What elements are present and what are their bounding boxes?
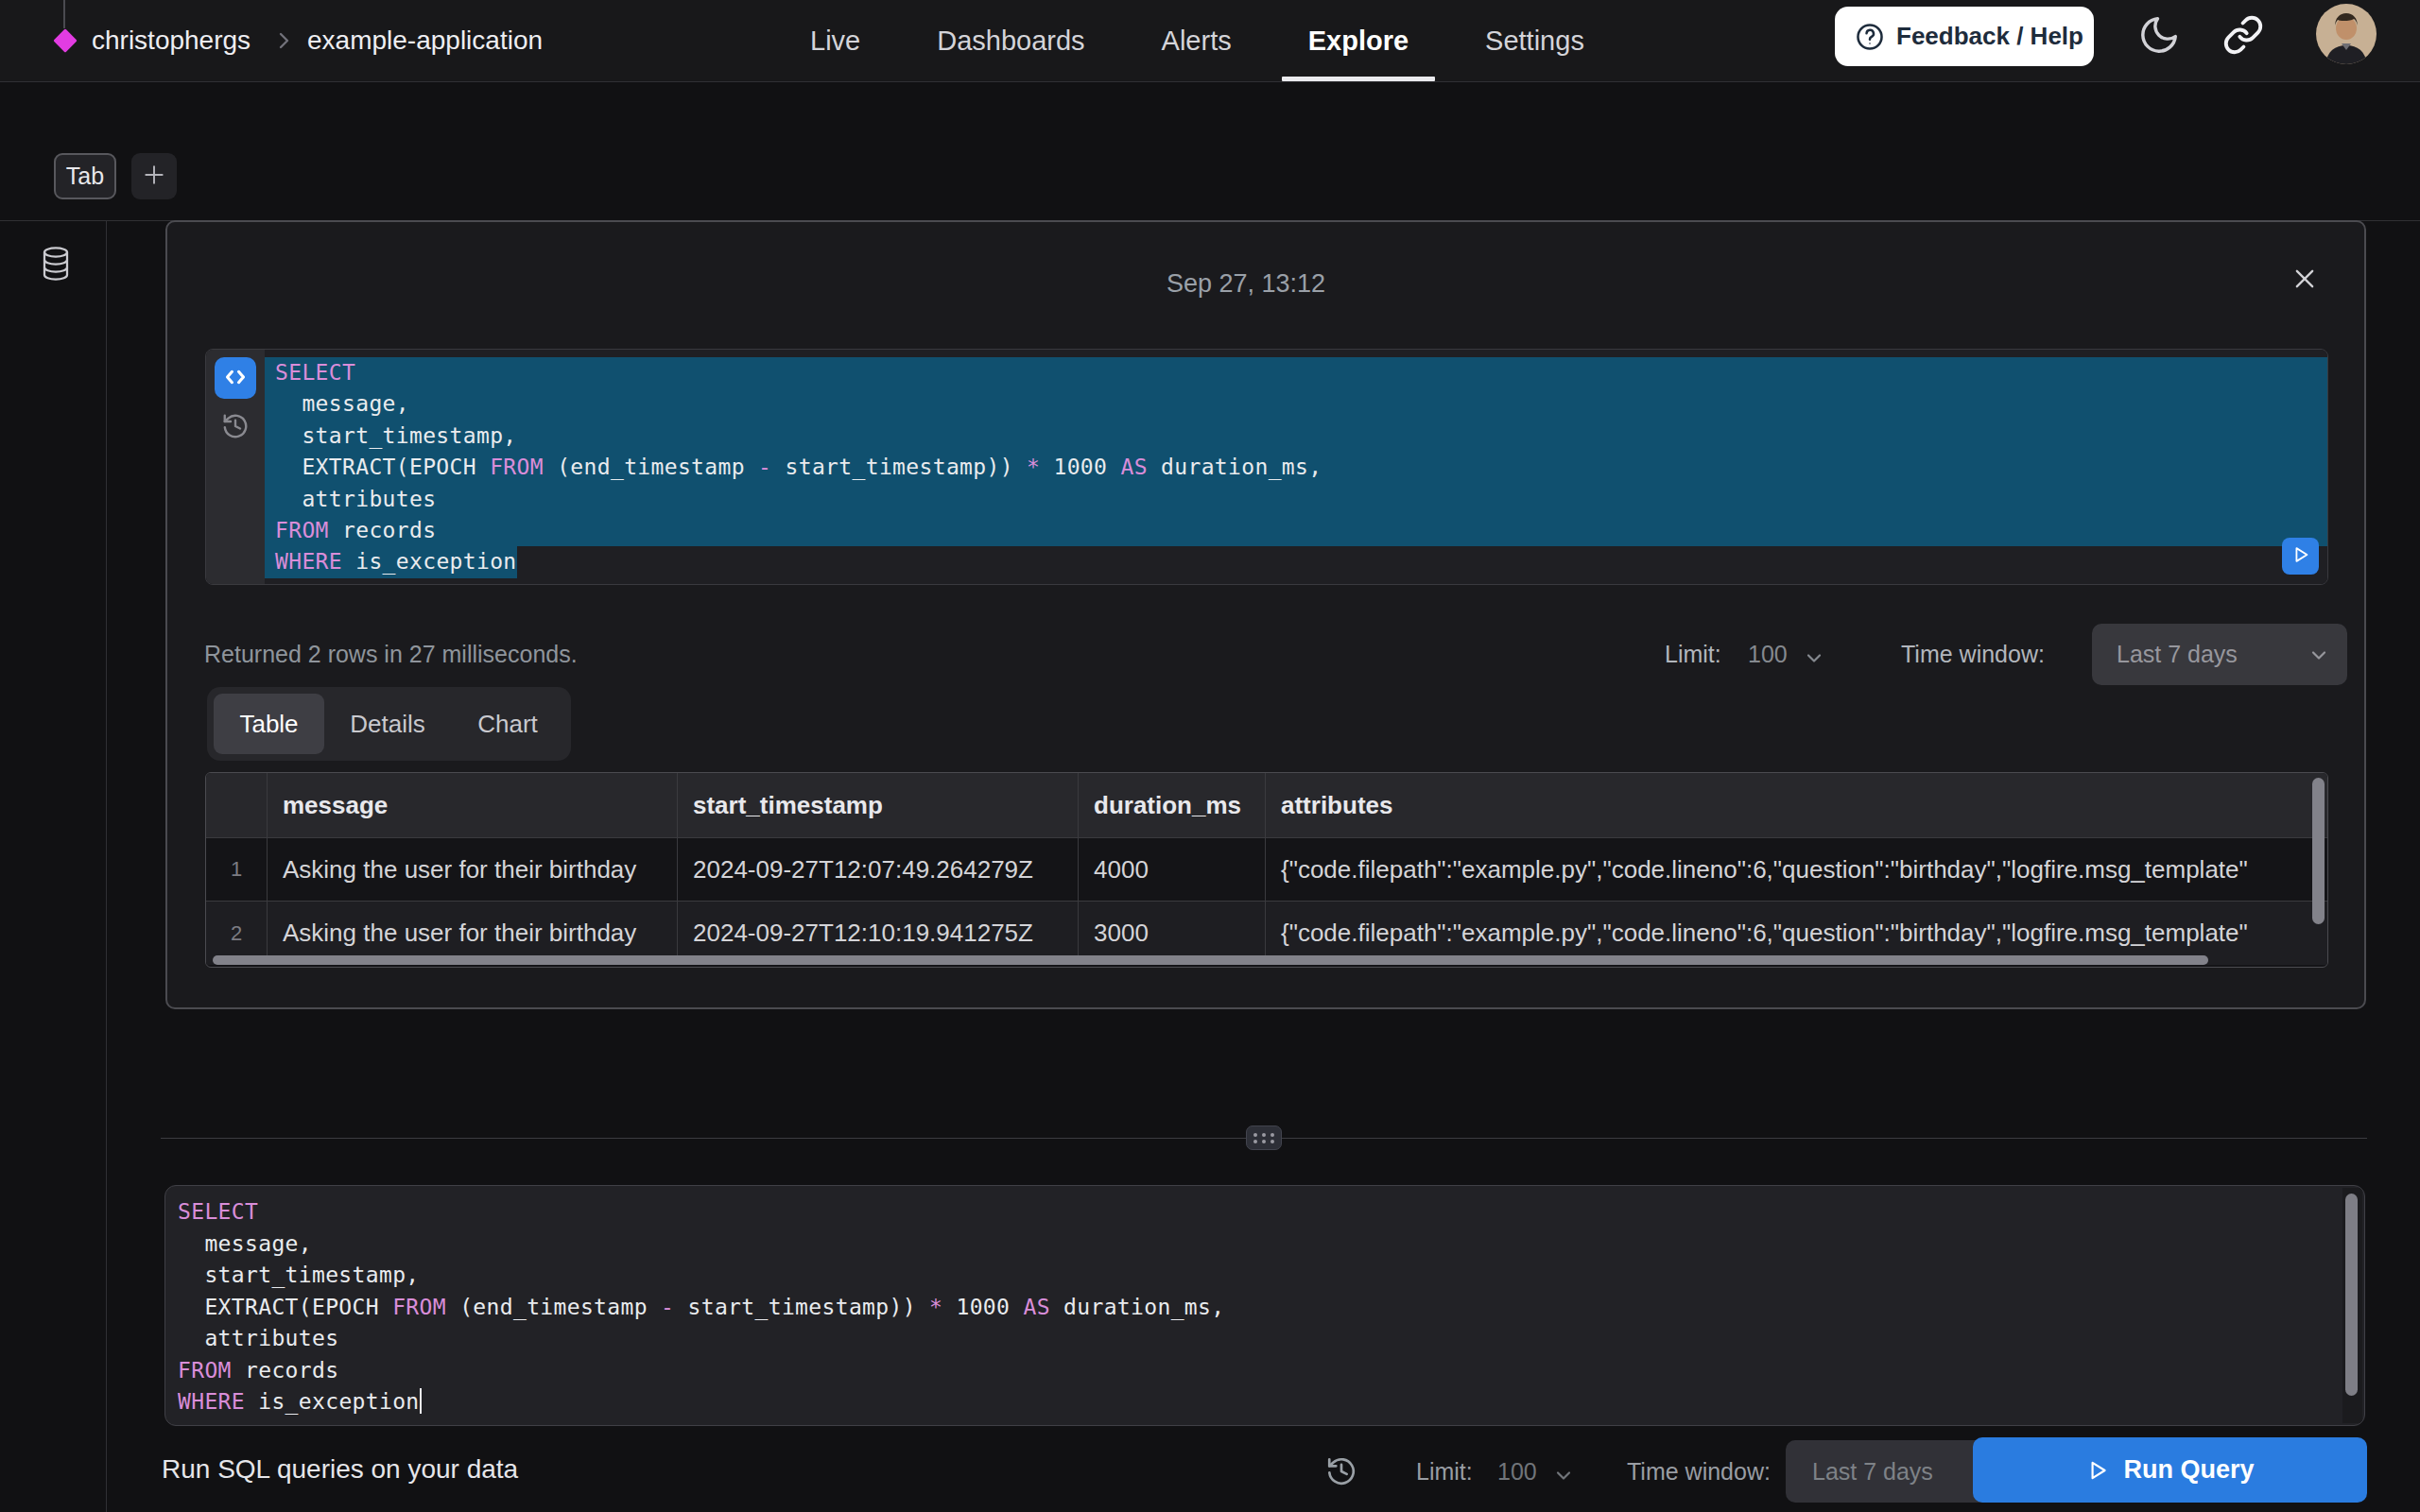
- history-icon-button[interactable]: [221, 412, 250, 440]
- table-cell: 4000: [1078, 838, 1265, 901]
- code-line: attributes: [265, 484, 2327, 515]
- column-header: start_timestamp: [677, 773, 1078, 837]
- feedback-help-label: Feedback / Help: [1896, 22, 2083, 51]
- table-cell: Asking the user for their birthday: [267, 838, 677, 901]
- breadcrumb-org[interactable]: christophergs: [92, 0, 251, 81]
- code-line: SELECT: [165, 1196, 2340, 1228]
- code-line: message,: [265, 388, 2327, 420]
- executed-query-code[interactable]: SELECT message, start_timestamp, EXTRACT…: [265, 350, 2327, 584]
- column-header: duration_ms: [1078, 773, 1265, 837]
- table-cell: 2024-09-27T12:07:49.264279Z: [677, 838, 1078, 901]
- view-tab-table[interactable]: Table: [214, 694, 324, 754]
- code-line: SELECT: [265, 357, 2327, 388]
- code-line: EXTRACT(EPOCH FROM (end_timestamp - star…: [165, 1292, 2340, 1324]
- query-session-card: Sep 27, 13:12 SELECT message, start_time…: [165, 220, 2366, 1009]
- close-icon: [2291, 266, 2318, 292]
- rerun-query-button[interactable]: [2282, 538, 2319, 575]
- plus-icon: [142, 163, 166, 187]
- add-tab-button[interactable]: [131, 153, 177, 199]
- code-icon: [219, 361, 251, 393]
- left-sidebar: [0, 221, 107, 1512]
- chevron-down-icon: [1803, 646, 1825, 669]
- column-header: message: [267, 773, 677, 837]
- nav-item-alerts[interactable]: Alerts: [1135, 0, 1258, 81]
- executed-query-block: SELECT message, start_timestamp, EXTRACT…: [205, 349, 2328, 585]
- navbar: christophergs example-application Live Da…: [0, 0, 2420, 82]
- share-link-button[interactable]: [2221, 14, 2265, 58]
- limit-label: Limit:: [1416, 1458, 1473, 1486]
- logo-stem: [63, 0, 65, 28]
- result-table: messagestart_timestampduration_msattribu…: [205, 772, 2328, 968]
- time-window-label: Time window:: [1627, 1458, 1771, 1486]
- time-window-select[interactable]: Last 7 days: [2092, 624, 2347, 685]
- table-header-row: messagestart_timestampduration_msattribu…: [206, 773, 2327, 838]
- feedback-help-button[interactable]: Feedback / Help: [1835, 7, 2094, 66]
- column-header: [206, 773, 267, 837]
- query-timestamp: Sep 27, 13:12: [147, 269, 2344, 299]
- code-line: start_timestamp,: [265, 421, 2327, 452]
- editor-scrollbar-thumb[interactable]: [2345, 1194, 2358, 1396]
- play-icon: [2290, 544, 2311, 565]
- table-body: 1Asking the user for their birthday2024-…: [206, 838, 2327, 965]
- time-window-value: Last 7 days: [1812, 1458, 1933, 1486]
- database-icon: [41, 246, 71, 282]
- tab-button[interactable]: Tab: [54, 153, 116, 199]
- code-line: FROM records: [265, 515, 2327, 546]
- time-window-label: Time window:: [1901, 641, 2045, 668]
- code-line: message,: [165, 1228, 2340, 1261]
- column-header: attributes: [1265, 773, 2327, 837]
- database-schema-button[interactable]: [40, 246, 72, 284]
- table-row[interactable]: 1Asking the user for their birthday2024-…: [206, 838, 2327, 902]
- help-circle-icon: [1855, 22, 1885, 52]
- text-cursor: [420, 1388, 422, 1414]
- breadcrumb-chevron-icon: [272, 29, 295, 52]
- moon-icon: [2137, 13, 2181, 57]
- chevron-down-icon: [1552, 1464, 1575, 1486]
- nav-item-live[interactable]: Live: [784, 0, 887, 81]
- time-window-value: Last 7 days: [2117, 641, 2238, 668]
- code-line: FROM records: [165, 1355, 2340, 1387]
- close-card-button[interactable]: [2290, 266, 2319, 294]
- limit-value-dropdown[interactable]: 100: [1748, 641, 1788, 668]
- main-nav: Live Dashboards Alerts Explore Settings: [784, 0, 1611, 81]
- code-toggle-button[interactable]: [215, 357, 256, 399]
- limit-value-dropdown[interactable]: 100: [1497, 1458, 1537, 1486]
- history-icon: [221, 412, 250, 440]
- limit-label: Limit:: [1665, 641, 1721, 668]
- code-line: WHERE is_exception: [165, 1386, 2340, 1418]
- history-icon: [1325, 1455, 1357, 1487]
- sql-editor: SELECT message, start_timestamp, EXTRACT…: [164, 1185, 2365, 1426]
- query-history-button[interactable]: [1325, 1455, 1357, 1487]
- avatar[interactable]: [2316, 4, 2377, 64]
- link-icon: [2222, 14, 2264, 56]
- nav-item-explore[interactable]: Explore: [1282, 0, 1435, 81]
- theme-toggle-button[interactable]: [2136, 13, 2182, 59]
- grip-dots-icon: [1253, 1133, 1274, 1143]
- code-line: EXTRACT(EPOCH FROM (end_timestamp - star…: [265, 452, 2327, 483]
- code-line: WHERE is_exception: [265, 546, 2327, 577]
- code-line: start_timestamp,: [165, 1260, 2340, 1292]
- view-tab-chart[interactable]: Chart: [451, 694, 564, 754]
- run-query-button[interactable]: Run Query: [1973, 1437, 2367, 1503]
- table-cell: {"code.filepath":"example.py","code.line…: [1265, 838, 2327, 901]
- sql-editor-code[interactable]: SELECT message, start_timestamp, EXTRACT…: [165, 1186, 2340, 1425]
- row-number: 1: [206, 838, 267, 901]
- breadcrumb-project[interactable]: example-application: [307, 0, 543, 81]
- result-summary: Returned 2 rows in 27 milliseconds.: [204, 641, 578, 668]
- nav-item-dashboards[interactable]: Dashboards: [910, 0, 1111, 81]
- table-vertical-scrollbar[interactable]: [2312, 778, 2325, 924]
- split-drag-handle[interactable]: [1246, 1125, 1282, 1150]
- run-query-label: Run Query: [2123, 1455, 2254, 1485]
- play-icon: [2085, 1458, 2110, 1483]
- chevron-down-icon: [2308, 644, 2330, 666]
- query-block-gutter: [206, 350, 265, 584]
- logfire-diamond-icon[interactable]: [52, 27, 78, 54]
- view-tab-details[interactable]: Details: [324, 694, 451, 754]
- result-view-tabs: TableDetailsChart: [207, 687, 571, 761]
- table-horizontal-scrollbar[interactable]: [213, 955, 2208, 965]
- bottom-bar-title: Run SQL queries on your data: [162, 1454, 518, 1485]
- nav-item-settings[interactable]: Settings: [1459, 0, 1611, 81]
- code-line: attributes: [165, 1323, 2340, 1355]
